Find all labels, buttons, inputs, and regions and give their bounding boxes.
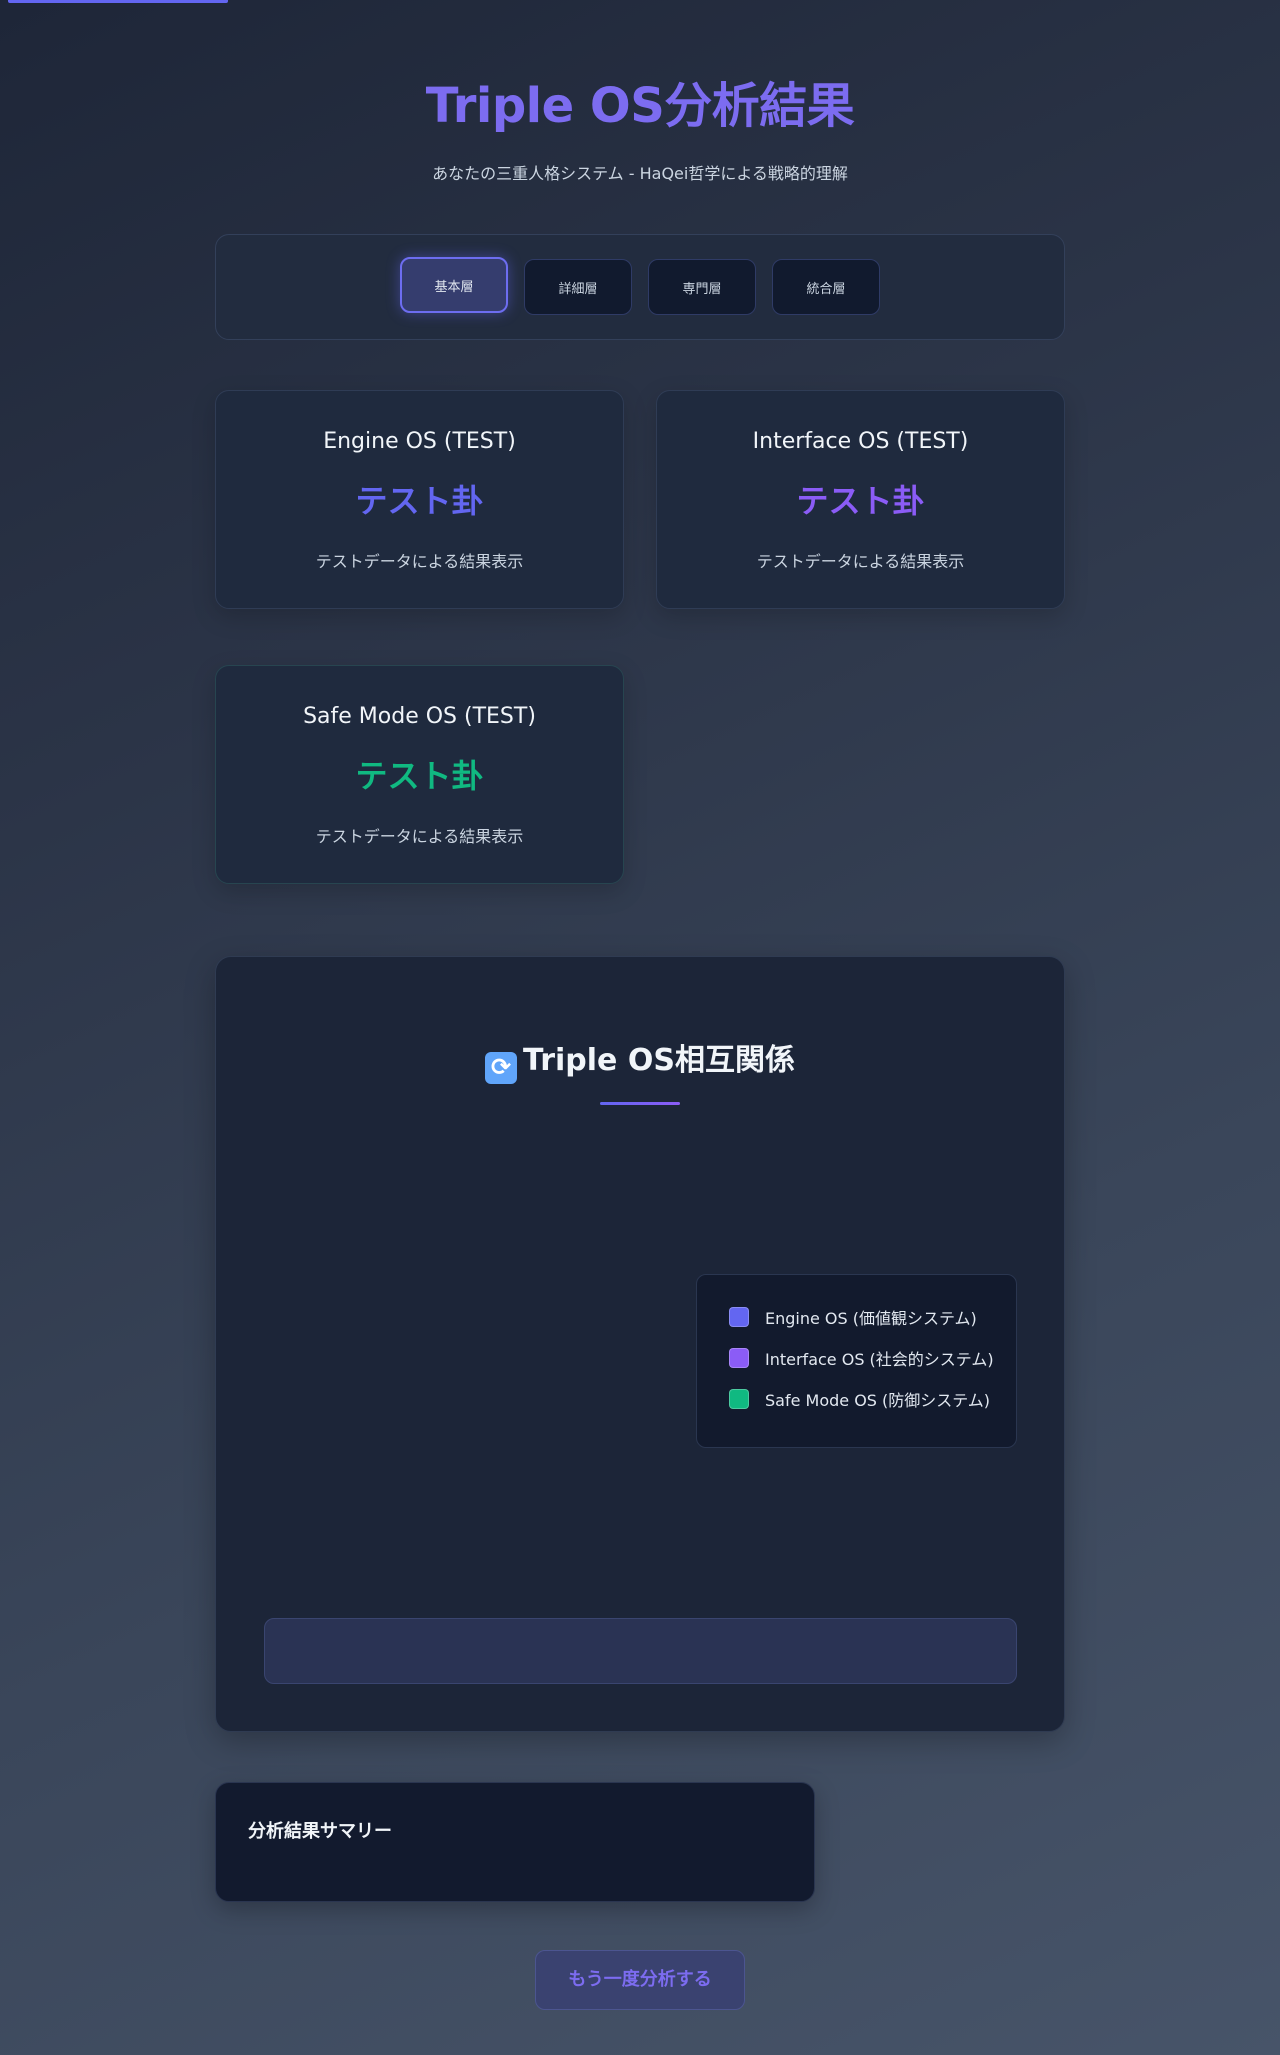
relations-heading: ⟳ Triple OS相互関係 bbox=[216, 957, 1064, 1084]
tab-detail-layer[interactable]: 詳細層 bbox=[524, 259, 632, 315]
legend-swatch-safe-mode bbox=[729, 1389, 749, 1409]
relations-legend: Engine OS (価値観システム) Interface OS (社会的システ… bbox=[696, 1274, 1017, 1448]
main-container: 基本層 詳細層 専門層 統合層 Engine OS (TEST) テスト卦 テス… bbox=[215, 234, 1065, 2010]
interface-os-card: Interface OS (TEST) テスト卦 テストデータによる結果表示 bbox=[656, 390, 1065, 609]
legend-label-safe-mode: Safe Mode OS (防御システム) bbox=[765, 1391, 991, 1410]
engine-os-hexagram: テスト卦 bbox=[355, 482, 484, 520]
triple-os-relations-panel: ⟳ Triple OS相互関係 Engine OS (価値観システム) Inter… bbox=[215, 956, 1065, 1732]
os-cards: Engine OS (TEST) テスト卦 テストデータによる結果表示 Inte… bbox=[215, 390, 1065, 884]
page-header: Triple OS分析結果 あなたの三重人格システム - HaQei哲学による戦… bbox=[0, 0, 1280, 184]
analysis-summary-panel: 分析結果サマリー bbox=[215, 1782, 815, 1902]
engine-os-card: Engine OS (TEST) テスト卦 テストデータによる結果表示 bbox=[215, 390, 624, 609]
legend-label-interface: Interface OS (社会的システム) bbox=[765, 1350, 994, 1369]
safe-mode-os-hexagram: テスト卦 bbox=[355, 757, 484, 795]
legend-item-interface: Interface OS (社会的システム) bbox=[729, 1348, 1016, 1369]
legend-item-safe-mode: Safe Mode OS (防御システム) bbox=[729, 1389, 1016, 1410]
tab-expert-layer[interactable]: 専門層 bbox=[648, 259, 756, 315]
actions: もう一度分析する bbox=[215, 1950, 1065, 2010]
title-underline bbox=[600, 1102, 680, 1105]
safe-mode-os-title: Safe Mode OS (TEST) bbox=[303, 704, 536, 729]
legend-label-engine: Engine OS (価値観システム) bbox=[765, 1309, 977, 1328]
interface-os-hexagram: テスト卦 bbox=[796, 482, 925, 520]
page-title: Triple OS分析結果 bbox=[425, 78, 855, 134]
relations-title: Triple OS相互関係 bbox=[523, 1043, 795, 1078]
engine-os-title: Engine OS (TEST) bbox=[323, 429, 516, 454]
summary-title: 分析結果サマリー bbox=[248, 1821, 392, 1842]
safe-mode-os-card: Safe Mode OS (TEST) テスト卦 テストデータによる結果表示 bbox=[215, 665, 624, 884]
interface-os-description: テストデータによる結果表示 bbox=[756, 552, 965, 571]
relations-info-bar bbox=[264, 1618, 1017, 1684]
page-subtitle: あなたの三重人格システム - HaQei哲学による戦略的理解 bbox=[432, 164, 848, 183]
tab-basic-layer[interactable]: 基本層 bbox=[400, 257, 508, 313]
safe-mode-os-description: テストデータによる結果表示 bbox=[315, 827, 524, 846]
progress-bar bbox=[8, 0, 228, 3]
interface-os-title: Interface OS (TEST) bbox=[752, 429, 969, 454]
refresh-icon: ⟳ bbox=[485, 1052, 518, 1084]
legend-swatch-engine bbox=[729, 1307, 749, 1327]
layer-tab-bar: 基本層 詳細層 専門層 統合層 bbox=[215, 234, 1065, 340]
tab-integrated-layer[interactable]: 統合層 bbox=[772, 259, 880, 315]
legend-swatch-interface bbox=[729, 1348, 749, 1368]
engine-os-description: テストデータによる結果表示 bbox=[315, 552, 524, 571]
legend-item-engine: Engine OS (価値観システム) bbox=[729, 1307, 1016, 1328]
retry-analysis-button[interactable]: もう一度分析する bbox=[535, 1950, 745, 2010]
